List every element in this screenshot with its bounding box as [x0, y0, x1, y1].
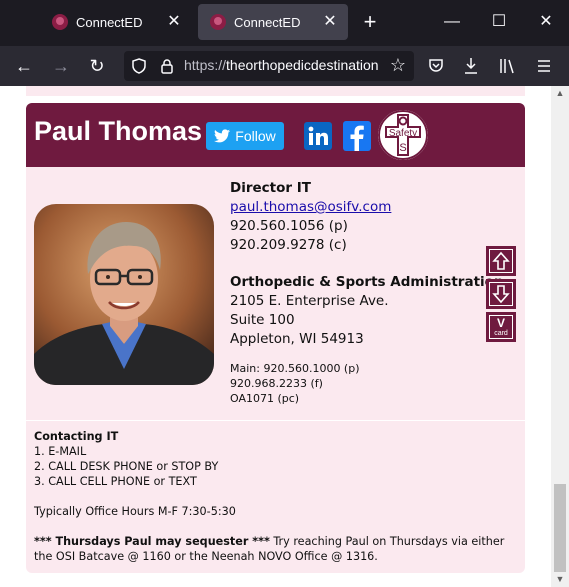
- profile-header: Paul Thomas Follow Safety S: [26, 103, 525, 167]
- tab-label: ConnectED: [76, 14, 143, 30]
- scroll-down-arrow-icon[interactable]: ▼: [555, 574, 565, 584]
- address-bar[interactable]: https://theorthopedicdestination ☆: [124, 51, 414, 81]
- previous-card-edge: [26, 86, 525, 96]
- organization-name: Orthopedic & Sports Administration: [230, 274, 504, 290]
- maximize-icon[interactable]: ☐: [487, 10, 511, 34]
- menu-icon[interactable]: [536, 58, 552, 74]
- tab-connected-1[interactable]: ConnectED ✕: [40, 4, 192, 40]
- twitter-bird-icon: [214, 129, 231, 143]
- phone-cell: 920.209.9278 (c): [230, 237, 347, 253]
- scroll-up-arrow-icon[interactable]: ▲: [555, 88, 565, 98]
- vcard-button[interactable]: V card: [486, 312, 516, 342]
- notes-step-2: 2. CALL DESK PHONE or STOP BY: [34, 460, 219, 473]
- bookmark-star-icon[interactable]: ☆: [390, 55, 406, 76]
- svg-text:S: S: [399, 142, 406, 154]
- tab-bar: ConnectED ✕ ConnectED ✕ + — ☐ ✕: [0, 0, 569, 46]
- page-viewport: Paul Thomas Follow Safety S Director IT …: [0, 86, 551, 587]
- site-favicon-icon: [210, 14, 226, 30]
- url-scheme: https://: [184, 57, 227, 73]
- section-divider: [26, 420, 525, 421]
- shield-icon[interactable]: [132, 58, 146, 74]
- follow-label: Follow: [235, 128, 276, 144]
- notes-step-1: 1. E-MAIL: [34, 445, 87, 458]
- library-icon[interactable]: [499, 58, 517, 74]
- navigation-toolbar: ← → ↻ https://theorthopedicdestination ☆: [0, 46, 569, 86]
- tab-label: ConnectED: [234, 14, 301, 30]
- thursday-note-rest: Try reaching Paul on Thursdays via eithe…: [269, 535, 505, 548]
- tab-connected-2[interactable]: ConnectED ✕: [198, 4, 348, 40]
- pc-extension: OA1071 (pc): [230, 392, 300, 405]
- close-window-icon[interactable]: ✕: [534, 10, 558, 34]
- url-host: theorthopedicdestination: [226, 57, 379, 73]
- vcard-label: card: [494, 330, 508, 337]
- url-text[interactable]: https://theorthopedicdestination: [184, 57, 380, 73]
- download-icon[interactable]: [463, 57, 479, 75]
- arrow-down-icon: [492, 285, 510, 304]
- job-title: Director IT: [230, 180, 311, 196]
- profile-card: Paul Thomas Follow Safety S Director IT …: [26, 103, 525, 573]
- scrollbar-thumb[interactable]: [554, 484, 566, 572]
- reload-icon[interactable]: ↻: [85, 54, 109, 78]
- address-line-3: Appleton, WI 54913: [230, 331, 364, 347]
- pocket-icon[interactable]: [428, 58, 444, 74]
- scroll-down-button[interactable]: [486, 279, 516, 309]
- site-favicon-icon: [52, 14, 68, 30]
- close-tab-icon[interactable]: ✕: [164, 12, 184, 32]
- notes-heading: Contacting IT: [34, 430, 119, 443]
- scroll-up-button[interactable]: [486, 246, 516, 276]
- linkedin-icon[interactable]: [304, 122, 332, 150]
- twitter-follow-button[interactable]: Follow: [206, 122, 284, 150]
- close-tab-icon[interactable]: ✕: [320, 12, 340, 32]
- email-link[interactable]: paul.thomas@osifv.com: [230, 198, 504, 217]
- page-scrollbar[interactable]: ▲ ▼: [551, 86, 569, 587]
- arrow-up-icon: [492, 251, 510, 270]
- person-name: Paul Thomas: [34, 116, 203, 146]
- minimize-icon[interactable]: —: [440, 10, 464, 34]
- safety-logo-text: Safety: [389, 128, 417, 139]
- address-line-1: 2105 E. Enterprise Ave.: [230, 293, 389, 309]
- address-line-2: Suite 100: [230, 312, 295, 328]
- back-icon[interactable]: ←: [12, 54, 36, 78]
- thursday-note-bold: *** Thursdays Paul may sequester ***: [34, 535, 270, 548]
- profile-photo: [34, 204, 214, 385]
- fax-number: 920.968.2233 (f): [230, 377, 323, 390]
- phone-primary: 920.560.1056 (p): [230, 218, 348, 234]
- main-phone: Main: 920.560.1000 (p): [230, 362, 360, 375]
- thursday-note: *** Thursdays Paul may sequester *** Try…: [34, 534, 514, 549]
- contact-notes: Contacting IT 1. E-MAIL 2. CALL DESK PHO…: [34, 429, 514, 564]
- contact-info: Director IT paul.thomas@osifv.com 920.56…: [230, 179, 504, 406]
- forward-icon[interactable]: →: [49, 54, 73, 78]
- lock-icon[interactable]: [160, 58, 174, 74]
- thursday-note-line-2: the OSI Batcave @ 1160 or the Neenah NOV…: [34, 550, 378, 563]
- safety-logo-icon[interactable]: Safety S: [378, 110, 428, 160]
- notes-step-3: 3. CALL CELL PHONE or TEXT: [34, 475, 197, 488]
- vcard-v: V: [496, 316, 505, 330]
- facebook-icon[interactable]: [343, 121, 371, 151]
- office-hours: Typically Office Hours M-F 7:30-5:30: [34, 505, 236, 518]
- new-tab-plus-icon[interactable]: +: [358, 10, 382, 34]
